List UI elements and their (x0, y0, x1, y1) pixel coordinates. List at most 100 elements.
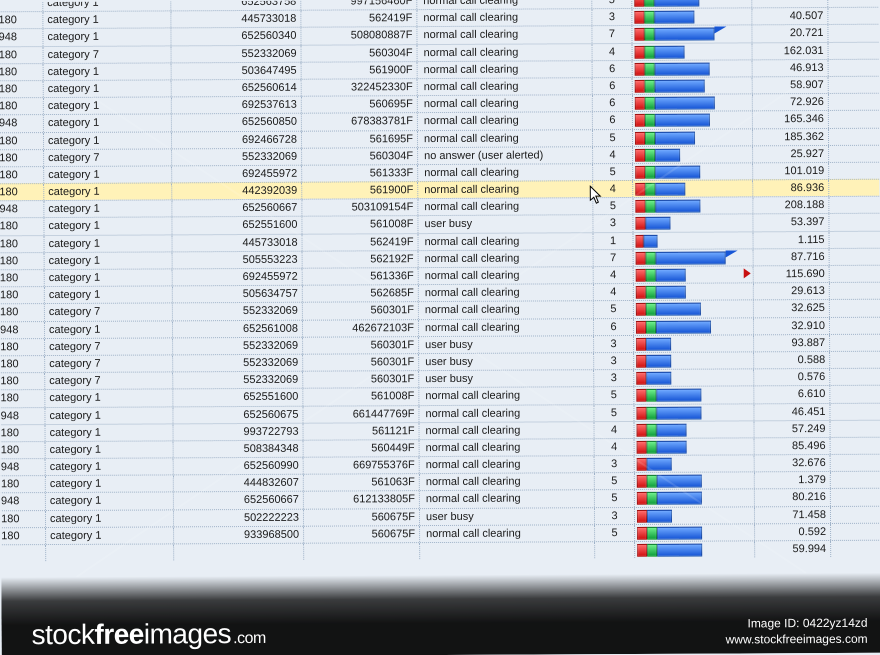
cell-called-number: 560304F (302, 148, 418, 165)
cell-value: 32.910 (754, 318, 830, 335)
cell-called-number: 561008F (302, 217, 418, 234)
cell-caller-number: 652560667 (172, 200, 302, 217)
cell-called-number: 669755376F (304, 457, 420, 474)
cell-extension: 8180 (0, 425, 46, 441)
cell-cause: normal call clearing (419, 284, 594, 301)
call-log-grid[interactable]: category 1652563758997156460Fnormal call… (0, 0, 880, 562)
watermark-id: Image ID: 0422yz14zd www.stockfreeimages… (725, 615, 867, 648)
cell-category: category 1 (45, 390, 173, 407)
cell-value (752, 0, 828, 8)
cell-category: category 1 (46, 441, 174, 458)
cell-category: category 1 (46, 458, 174, 475)
cell-bar-chart (634, 404, 754, 421)
cell-caller-number: 442392039 (172, 183, 302, 200)
cell-value: 32.676 (755, 455, 831, 472)
cell-called-number: 508080887F (301, 27, 417, 44)
cell-category: category 1 (44, 115, 172, 132)
cell-extension: 8180 (0, 236, 45, 252)
cell-category: category 1 (46, 493, 174, 510)
cell-extension: 8180 (0, 270, 45, 286)
cell-bar-chart (634, 301, 754, 318)
cell-category: category 1 (46, 476, 174, 493)
cell-bar-chart (634, 352, 754, 369)
cell-category: category 1 (43, 12, 171, 29)
cell-cause: user busy (418, 216, 593, 233)
cell-caller-number (174, 544, 304, 561)
cell-cause: normal call clearing (418, 44, 593, 61)
cell-extension: 7948 (0, 408, 45, 424)
cell-category: category 1 (44, 166, 172, 183)
cell-caller-number: 652563758 (171, 0, 301, 11)
cell-bar-chart (635, 473, 755, 490)
cell-called-number: 560301F (303, 354, 419, 371)
cell-bar-chart (633, 94, 753, 111)
cell-cause: normal call clearing (420, 473, 595, 490)
cell-category: category 7 (44, 46, 172, 63)
cell-count: 3 (592, 9, 632, 25)
cell-trailing (830, 283, 880, 300)
cell-category: category 7 (45, 338, 173, 355)
cell-category: category 1 (45, 287, 173, 304)
cell-extension: 8180 (0, 184, 44, 200)
cell-category: category 1 (44, 218, 172, 235)
cell-cause: user busy (419, 336, 594, 353)
cell-trailing (830, 231, 880, 248)
cell-value: 6.610 (754, 386, 830, 403)
cell-trailing (828, 8, 880, 25)
cell-value: 1.379 (755, 472, 831, 489)
cell-bar-chart (633, 77, 753, 94)
cell-extension: 8180 (0, 476, 46, 492)
cell-extension: 8180 (0, 47, 44, 63)
cell-category: category 7 (45, 355, 173, 372)
cell-trailing (829, 163, 880, 180)
cell-extension: 7948 (0, 115, 44, 131)
cell-count (595, 542, 635, 558)
cell-called-number: 561695F (302, 131, 418, 148)
cell-count: 3 (595, 508, 635, 524)
cell-trailing (830, 403, 880, 420)
cell-caller-number: 692455972 (173, 269, 303, 286)
cell-trailing (829, 77, 880, 94)
cell-trailing (831, 489, 880, 506)
cell-trailing (830, 352, 880, 369)
cell-category: category 7 (44, 149, 172, 166)
cell-value: 0.592 (755, 524, 831, 541)
cell-extension: 8180 (0, 390, 45, 406)
cell-extension (0, 545, 46, 561)
cell-called-number: 561008F (303, 388, 419, 405)
cell-cause: normal call clearing (419, 388, 594, 405)
cell-bar-chart (634, 232, 754, 249)
watermark-overlay: stockfreeimages.com Image ID: 0422yz14zd… (1, 573, 880, 655)
cell-trailing (830, 300, 880, 317)
cell-count: 3 (595, 456, 635, 472)
cell-cause: normal call clearing (420, 439, 595, 456)
cell-trailing (831, 541, 880, 558)
cell-caller-number: 445733018 (173, 234, 303, 251)
cell-value: 85.496 (755, 438, 831, 455)
cell-value: 0.576 (754, 369, 830, 386)
cell-cause: normal call clearing (420, 491, 595, 508)
cell-trailing (829, 42, 880, 59)
cell-called-number: 561333F (302, 165, 418, 182)
cell-cause: normal call clearing (420, 456, 595, 473)
cell-value: 57.249 (754, 421, 830, 438)
cell-value: 93.887 (754, 335, 830, 352)
cell-caller-number: 503647495 (172, 62, 302, 79)
cell-trailing (831, 506, 880, 523)
cell-cause: normal call clearing (417, 27, 592, 44)
watermark-brand: stockfreeimages.com (32, 618, 266, 651)
cell-count: 4 (594, 284, 634, 300)
cell-caller-number: 692466728 (172, 131, 302, 148)
cell-caller-number: 692455972 (172, 166, 302, 183)
cell-caller-number: 652560340 (171, 28, 301, 45)
cell-value: 29.613 (754, 283, 830, 300)
cell-cause: normal call clearing (418, 164, 593, 181)
cell-cause: user busy (420, 508, 595, 525)
cell-cause: normal call clearing (419, 250, 594, 267)
cell-bar-chart (633, 198, 753, 215)
cell-count: 5 (592, 0, 632, 8)
cell-caller-number: 552332069 (173, 355, 303, 372)
cell-extension: 8180 (0, 287, 45, 303)
cell-count: 7 (592, 26, 632, 42)
cell-category: category 1 (44, 183, 172, 200)
